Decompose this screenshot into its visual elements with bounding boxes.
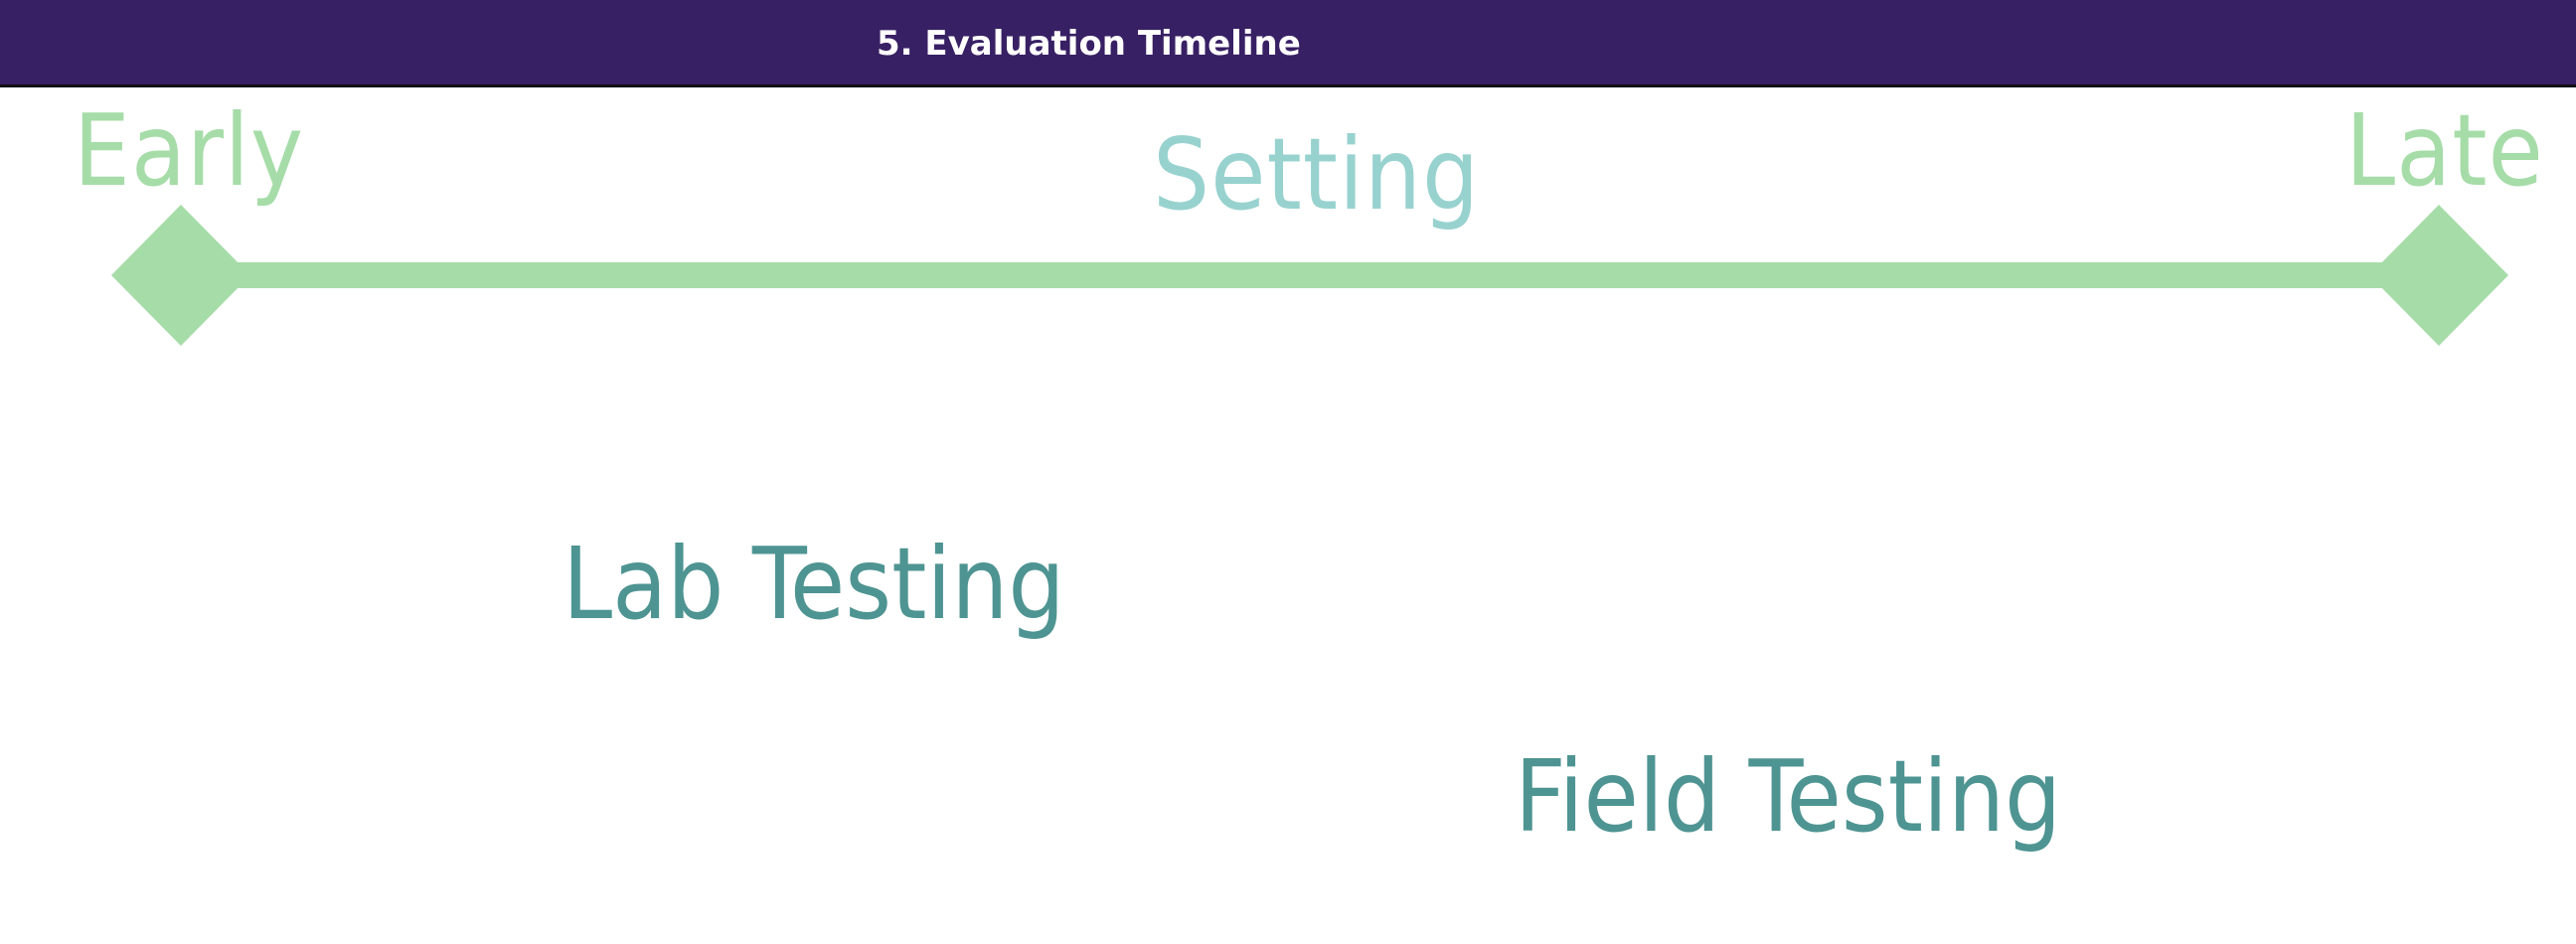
stage-field-testing: Field Testing xyxy=(1515,738,2062,855)
evaluation-timeline: Early Setting Late Lab Testing Field Tes… xyxy=(0,0,2576,944)
timeline-end-label: Late xyxy=(2345,92,2544,209)
timeline-axis-label: Setting xyxy=(1153,116,1481,233)
timeline-line xyxy=(179,262,2401,288)
timeline-end-diamond xyxy=(2369,205,2508,346)
timeline-start-label: Early xyxy=(74,92,305,209)
timeline-start-diamond xyxy=(111,205,250,346)
stage-lab-testing: Lab Testing xyxy=(563,526,1065,642)
